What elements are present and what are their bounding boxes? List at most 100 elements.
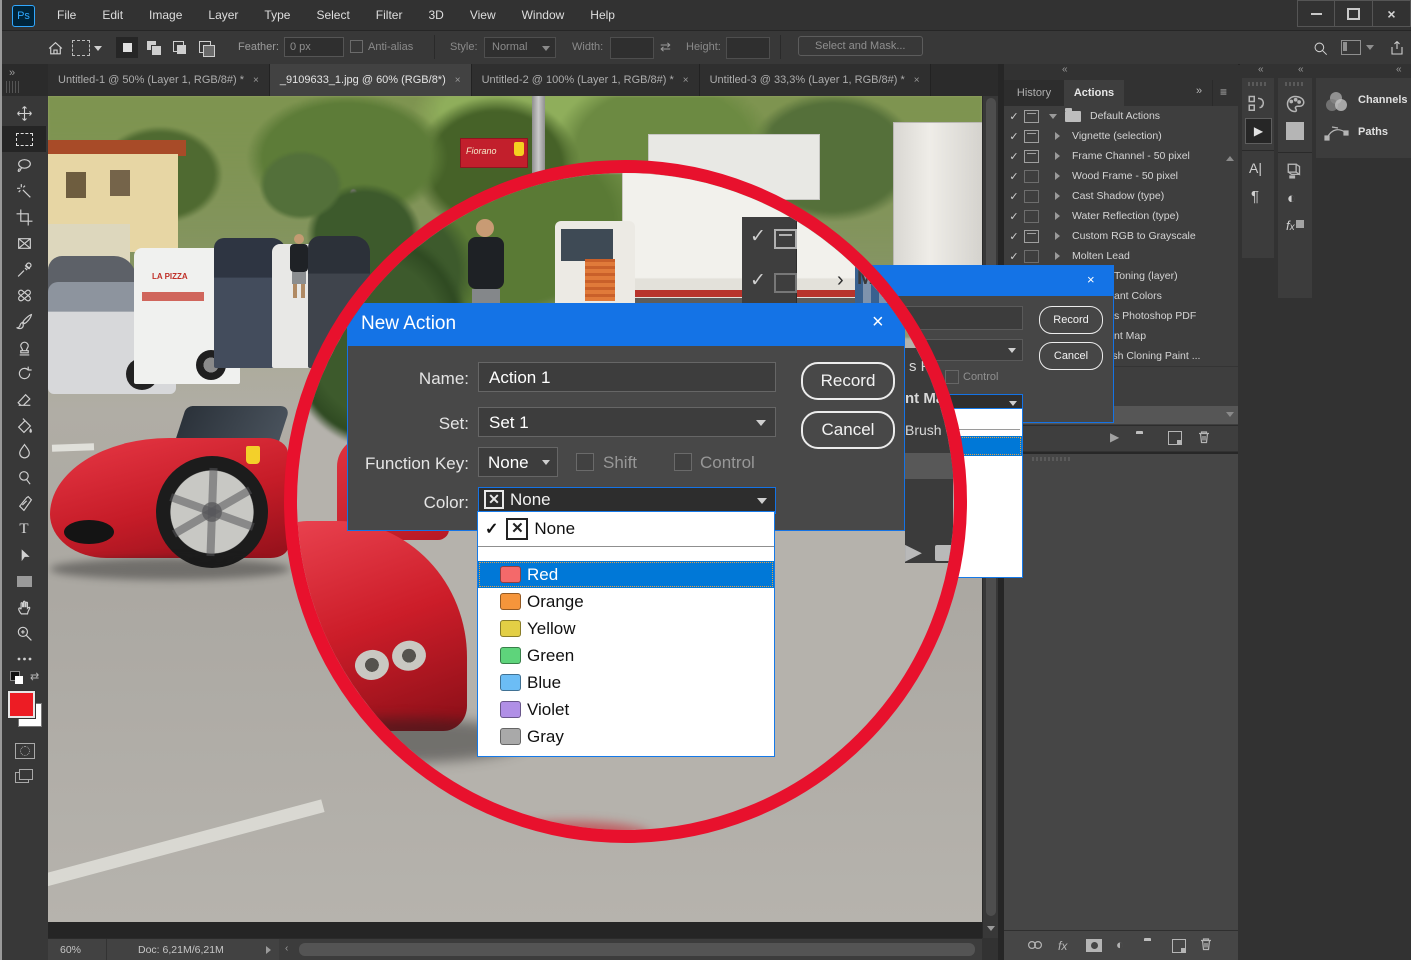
layer-mask-icon[interactable] — [1086, 939, 1102, 952]
dock-grip[interactable] — [6, 81, 21, 93]
check-icon[interactable]: ✓ — [1004, 150, 1024, 163]
mag-cancel-button[interactable]: Cancel — [801, 411, 895, 449]
action-row[interactable]: ✓Custom RGB to Grayscale — [1004, 226, 1238, 247]
adjustment-layer-icon[interactable]: ◐ — [1116, 937, 1124, 952]
mag-dropdown-item-orange[interactable]: Orange — [478, 588, 774, 615]
tab-history[interactable]: History — [1004, 80, 1064, 106]
rail-collapse-icon[interactable]: « — [1298, 64, 1304, 75]
expand-icon[interactable] — [1055, 152, 1060, 160]
menu-3d[interactable]: 3D — [415, 0, 456, 30]
cancel-button[interactable]: Cancel — [1039, 342, 1103, 370]
modal-toggle-icon[interactable] — [1024, 210, 1039, 223]
check-icon[interactable]: ✓ — [1004, 210, 1024, 223]
mag-dialog-title-bar[interactable]: New Action × — [348, 304, 904, 346]
tab-actions[interactable]: Actions — [1064, 80, 1124, 106]
clone-stamp-tool[interactable] — [2, 334, 46, 360]
check-icon[interactable]: ✓ — [1004, 130, 1024, 143]
mag-dropdown-item-gray[interactable]: Gray — [478, 723, 774, 750]
action-row[interactable]: ✓Wood Frame - 50 pixel — [1004, 166, 1238, 187]
layer-style-fx-icon[interactable]: fx — [1058, 939, 1067, 953]
menu-filter[interactable]: Filter — [363, 0, 416, 30]
menu-image[interactable]: Image — [136, 0, 195, 30]
workspace-chevron-icon[interactable] — [1366, 45, 1374, 50]
healing-brush-tool[interactable] — [2, 282, 46, 308]
tool-preset-marquee[interactable] — [72, 40, 90, 56]
tab-9109633[interactable]: _9109633_1.jpg @ 60% (RGB/8*)× — [270, 64, 472, 96]
menu-view[interactable]: View — [457, 0, 509, 30]
channels-panel-item[interactable]: Channels — [1316, 90, 1411, 116]
panel-scroll-up-icon[interactable] — [1226, 156, 1234, 161]
modal-toggle-icon[interactable] — [1024, 110, 1039, 123]
home-icon[interactable] — [42, 35, 68, 61]
expand-chevron-icon[interactable] — [1049, 114, 1057, 119]
mag-shift-checkbox[interactable] — [576, 453, 594, 471]
menu-type[interactable]: Type — [251, 0, 303, 30]
more-tools-icon[interactable] — [2, 646, 46, 672]
new-layer-icon[interactable] — [1172, 939, 1186, 953]
menu-window[interactable]: Window — [509, 0, 578, 30]
eyedropper-tool[interactable] — [2, 256, 46, 282]
actions-panel-icon[interactable]: ▶ — [1245, 118, 1272, 144]
modal-toggle-icon[interactable] — [1024, 130, 1039, 143]
tool-preset-chevron-icon[interactable] — [94, 46, 102, 51]
mag-fkey-dropdown[interactable]: None — [478, 447, 558, 477]
modal-toggle-icon[interactable] — [1024, 150, 1039, 163]
modal-toggle-icon[interactable] — [1024, 190, 1039, 203]
slice-tool[interactable] — [2, 230, 46, 256]
delete-icon[interactable] — [1196, 429, 1212, 450]
action-row[interactable]: ✓Cast Shadow (type) — [1004, 186, 1238, 207]
new-action-icon[interactable] — [1168, 431, 1182, 445]
color-panel-icon[interactable] — [1285, 94, 1305, 119]
style-dropdown[interactable]: Normal — [484, 37, 556, 58]
link-icon[interactable] — [1026, 938, 1044, 957]
close-button[interactable]: × — [1373, 0, 1411, 27]
modal-toggle-icon[interactable] — [1024, 250, 1039, 263]
check-icon[interactable]: ✓ — [1004, 190, 1024, 203]
mag-control-checkbox[interactable] — [674, 453, 692, 471]
zoom-tool[interactable] — [2, 620, 46, 646]
action-row[interactable]: ✓Molten Lead — [1004, 246, 1238, 267]
swatches-panel-icon[interactable] — [1286, 122, 1304, 140]
menu-edit[interactable]: Edit — [89, 0, 136, 30]
selection-mode-intersect[interactable] — [194, 37, 216, 58]
select-and-mask-button[interactable]: Select and Mask... — [798, 36, 923, 56]
expand-icon[interactable] — [1055, 232, 1060, 240]
path-selection-tool[interactable] — [2, 542, 46, 568]
paint-bucket-tool[interactable] — [2, 412, 46, 438]
blur-tool[interactable] — [2, 438, 46, 464]
menu-help[interactable]: Help — [577, 0, 628, 30]
expand-icon[interactable] — [1055, 192, 1060, 200]
mag-color-dropdown[interactable]: ✕ None — [478, 487, 776, 514]
foreground-color-swatch[interactable] — [8, 691, 35, 718]
type-tool[interactable]: T — [2, 516, 46, 542]
status-expand-icon[interactable] — [266, 946, 271, 954]
selection-mode-new[interactable] — [116, 37, 138, 58]
expand-icon[interactable] — [1055, 212, 1060, 220]
panel-collapse-icon[interactable]: » — [9, 67, 15, 79]
expand-icon[interactable] — [1055, 252, 1060, 260]
width-input[interactable] — [610, 37, 654, 59]
dock-collapse-icon[interactable]: « — [1062, 64, 1068, 75]
quick-mask-icon[interactable] — [15, 743, 35, 759]
check-icon[interactable]: ✓ — [1004, 110, 1024, 123]
mag-dropdown-item-none[interactable]: ✓ ✕ None — [478, 512, 774, 546]
move-tool[interactable] — [2, 100, 46, 126]
tab-close-icon[interactable]: × — [253, 75, 259, 86]
action-row-default-actions[interactable]: ✓ Default Actions — [1004, 106, 1238, 127]
menu-file[interactable]: File — [44, 0, 89, 30]
tab-untitled-2[interactable]: Untitled-2 @ 100% (Layer 1, RGB/8#) *× — [472, 64, 700, 96]
eraser-tool[interactable] — [2, 386, 46, 412]
action-row[interactable]: ✓Vignette (selection) — [1004, 126, 1238, 147]
modal-toggle-icon[interactable] — [1024, 230, 1039, 243]
history-brush-tool[interactable] — [2, 360, 46, 386]
horizontal-scrollbar[interactable]: ‹ — [279, 938, 982, 960]
check-icon[interactable]: ✓ — [1004, 250, 1024, 263]
action-row[interactable]: ✓Frame Channel - 50 pixel — [1004, 146, 1238, 167]
action-row[interactable]: ✓Water Reflection (type) — [1004, 206, 1238, 227]
mag-dropdown-item-yellow[interactable]: Yellow — [478, 615, 774, 642]
zoom-level-field[interactable]: 60% — [60, 944, 81, 956]
rail-collapse-icon[interactable]: « — [1258, 64, 1264, 75]
menu-select[interactable]: Select — [303, 0, 362, 30]
mag-dropdown-item-violet[interactable]: Violet — [478, 696, 774, 723]
tab-untitled-1[interactable]: Untitled-1 @ 50% (Layer 1, RGB/8#) *× — [48, 64, 270, 96]
